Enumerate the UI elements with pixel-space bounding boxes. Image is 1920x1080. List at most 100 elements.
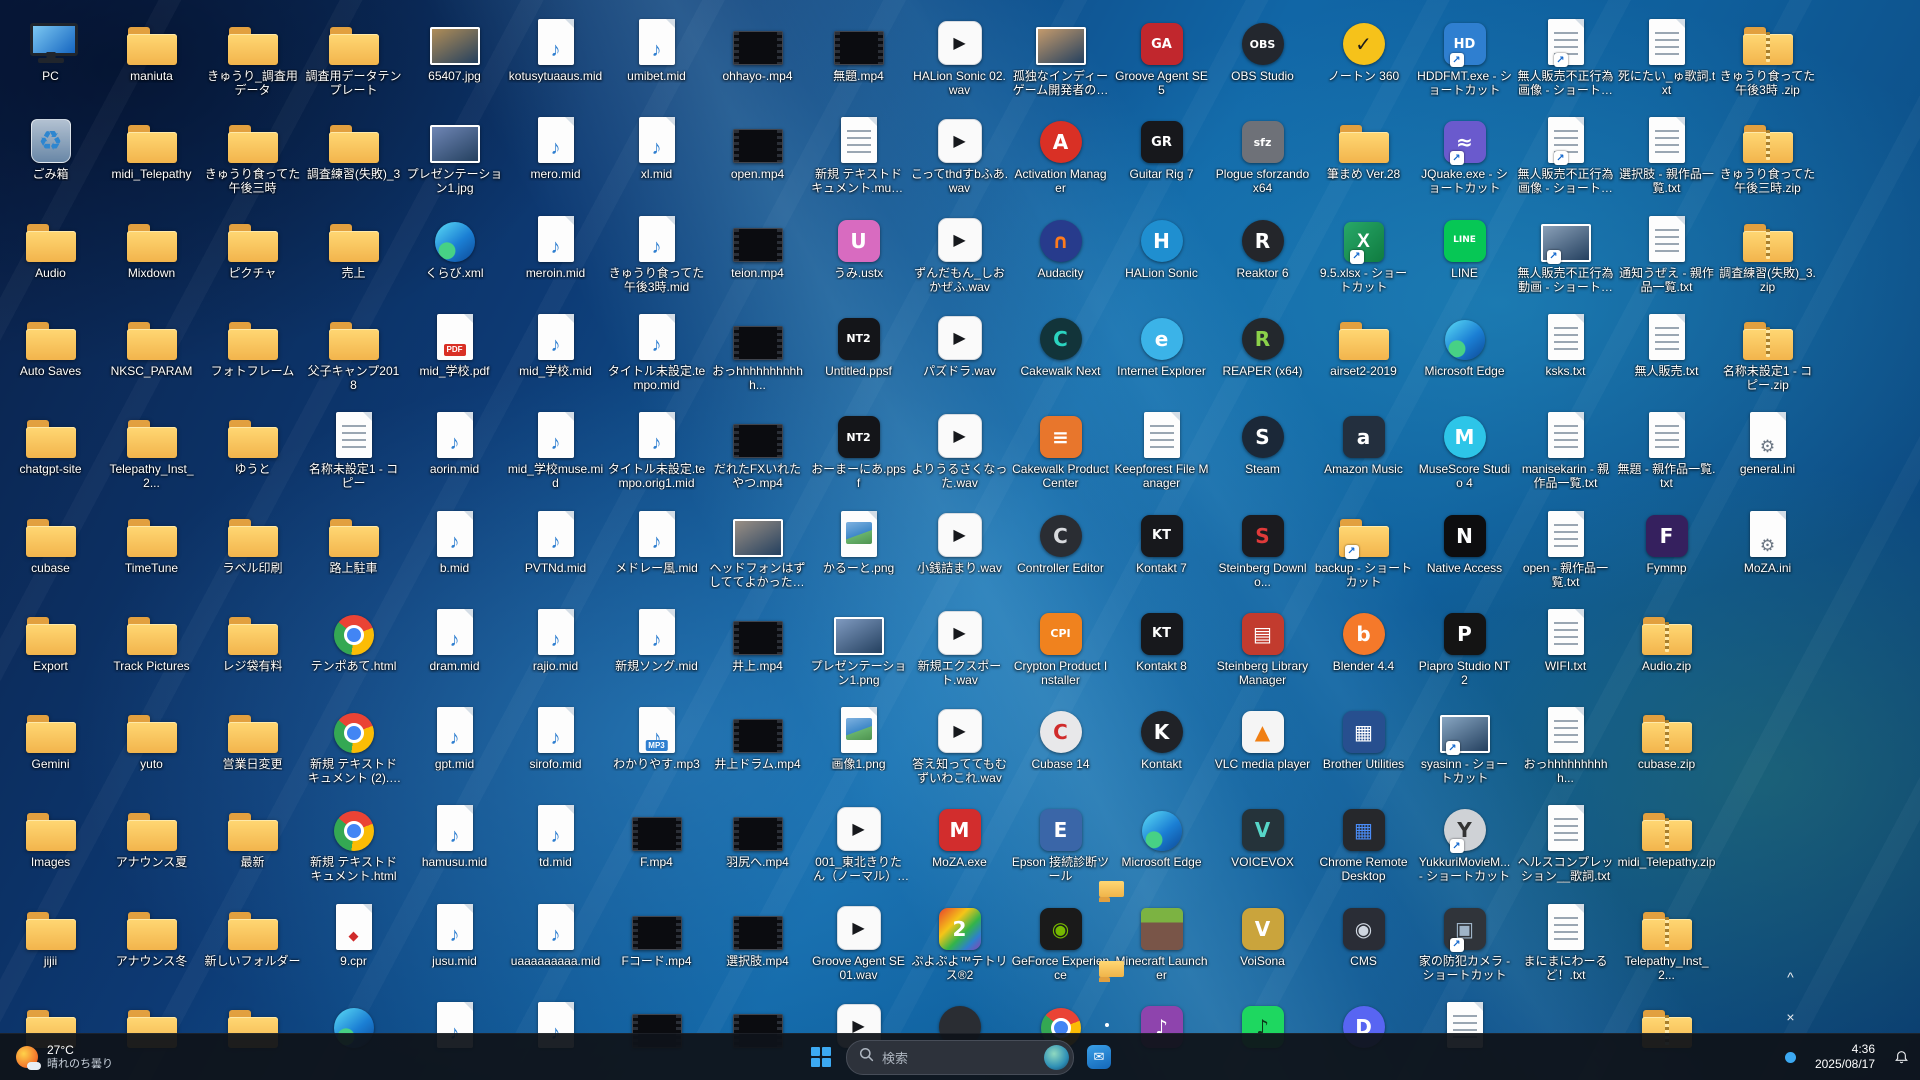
desktop-icon[interactable]: 最新 [202, 799, 303, 893]
desktop-icon[interactable]: 画像1.png [808, 701, 909, 795]
desktop-icon[interactable]: レジ袋有料 [202, 603, 303, 697]
desktop-icon[interactable]: Minecraft Launcher [1111, 898, 1212, 992]
desktop-icon[interactable]: ♪gpt.mid [404, 701, 505, 795]
search-box[interactable]: 検索 [846, 1040, 1074, 1075]
tray-hidden-icons-chevron-icon[interactable]: ^ [1777, 957, 1804, 997]
desktop-icon[interactable]: 死にたい_ゅ歌詞.txt [1616, 13, 1717, 107]
desktop-icon[interactable]: LINELINE [1414, 210, 1515, 304]
desktop-icon[interactable]: 新しいフォルダー [202, 898, 303, 992]
desktop-icon[interactable]: OBSOBS Studio [1212, 13, 1313, 107]
desktop-icon[interactable]: ♪b.mid [404, 505, 505, 599]
desktop-icon[interactable]: ♪jusu.mid [404, 898, 505, 992]
desktop-icon[interactable]: ▦Brother Utilities [1313, 701, 1414, 795]
desktop-icon[interactable]: ♪rajio.mid [505, 603, 606, 697]
desktop-icon[interactable]: ksks.txt [1515, 308, 1616, 402]
desktop-icon[interactable]: ♪メドレー風.mid [606, 505, 707, 599]
desktop-icon[interactable]: bBlender 4.4 [1313, 603, 1414, 697]
desktop-icon[interactable]: GAGroove Agent SE 5 [1111, 13, 1212, 107]
desktop-icon[interactable]: 調査練習(失敗)_3.zip [1717, 210, 1818, 304]
desktop-icon[interactable]: 2ぷよぷよ™テトリス®2 [909, 898, 1010, 992]
desktop-icon[interactable]: ▶こってthdすbふあ.wav [909, 111, 1010, 205]
desktop-icon[interactable]: ▶HALion Sonic 02.wav [909, 13, 1010, 107]
desktop-icon[interactable]: きゅうり食ってた午後三時.zip [1717, 111, 1818, 205]
desktop-icon[interactable]: 無題.mp4 [808, 13, 909, 107]
desktop-icon[interactable]: テンポあて.html [303, 603, 404, 697]
desktop-icon[interactable]: ♪aorin.mid [404, 406, 505, 500]
desktop-icon[interactable]: プレゼンテーション1.jpg [404, 111, 505, 205]
desktop-icon[interactable]: NNative Access [1414, 505, 1515, 599]
desktop-icon[interactable]: KTKontakt 8 [1111, 603, 1212, 697]
desktop-icon[interactable]: おっhhhhhhhhhhh... [707, 308, 808, 402]
desktop-icon[interactable]: ♪td.mid [505, 799, 606, 893]
desktop-icon[interactable]: ▲VLC media player [1212, 701, 1313, 795]
desktop-icon[interactable]: ♪kotusytuaaus.mid [505, 13, 606, 107]
desktop-icon[interactable]: ↗backup - ショートカット [1313, 505, 1414, 599]
desktop-icon[interactable]: manisekarin - 親作品一覧.txt [1515, 406, 1616, 500]
desktop-icon[interactable]: 営業日変更 [202, 701, 303, 795]
desktop-icon[interactable]: CPICrypton Product Installer [1010, 603, 1111, 697]
desktop-icon[interactable]: eInternet Explorer [1111, 308, 1212, 402]
desktop-icon[interactable]: Audio [0, 210, 101, 304]
notification-bell-icon[interactable] [1886, 1037, 1916, 1077]
desktop-icon[interactable]: プレゼンテーション1.png [808, 603, 909, 697]
desktop-icon[interactable]: ♪hamusu.mid [404, 799, 505, 893]
desktop-icon[interactable]: ♻ごみ箱 [0, 111, 101, 205]
desktop-icon[interactable]: Telepathy_Inst_2... [101, 406, 202, 500]
desktop-icon[interactable]: CController Editor [1010, 505, 1111, 599]
desktop-icon[interactable]: cubase [0, 505, 101, 599]
desktop-icon[interactable]: Uうみ.ustx [808, 210, 909, 304]
desktop-icon[interactable]: ♪meroin.mid [505, 210, 606, 304]
desktop-icon[interactable]: Fコード.mp4 [606, 898, 707, 992]
desktop-icon[interactable]: NKSC_PARAM [101, 308, 202, 402]
desktop-icon[interactable]: KKontakt [1111, 701, 1212, 795]
tray-blue-dot-app-icon[interactable] [1777, 1037, 1804, 1077]
desktop-icon[interactable]: 新規 テキストドキュメント (2).html [303, 701, 404, 795]
desktop-icon[interactable]: ↗無人販売不正行為動画 - ショートカット [1515, 210, 1616, 304]
desktop-icon[interactable]: F.mp4 [606, 799, 707, 893]
taskbar-app-google-chrome[interactable] [1079, 997, 1119, 1037]
clock[interactable]: 4:36 2025/08/17 [1806, 1042, 1884, 1072]
desktop-icon[interactable]: ◆9.cpr [303, 898, 404, 992]
desktop-icon[interactable]: chatgpt-site [0, 406, 101, 500]
desktop-icon[interactable]: yuto [101, 701, 202, 795]
desktop-icon[interactable]: ohhayo-.mp4 [707, 13, 808, 107]
desktop-icon[interactable]: 路上駐車 [303, 505, 404, 599]
desktop-icon[interactable]: 通知うぜえ - 親作品一覧.txt [1616, 210, 1717, 304]
desktop-icon[interactable]: KTKontakt 7 [1111, 505, 1212, 599]
desktop-icon[interactable]: NT2おーまーにあ.ppsf [808, 406, 909, 500]
desktop-icon[interactable]: Keepforest File Manager [1111, 406, 1212, 500]
desktop-icon[interactable]: open - 親作品一覧.txt [1515, 505, 1616, 599]
desktop-icon[interactable]: TimeTune [101, 505, 202, 599]
desktop-icon[interactable]: 65407.jpg [404, 13, 505, 107]
desktop-icon[interactable]: ↗無人販売不正行為画像 - ショートカッ... [1515, 13, 1616, 107]
desktop-icon[interactable]: VVoiSona [1212, 898, 1313, 992]
desktop-icon[interactable]: きゅうり食ってた午後3時 .zip [1717, 13, 1818, 107]
desktop-icon[interactable]: CCubase 14 [1010, 701, 1111, 795]
desktop-icon[interactable]: ⚙general.ini [1717, 406, 1818, 500]
desktop-icon[interactable]: きゅうり_調査用データ [202, 13, 303, 107]
desktop-icon[interactable]: NT2Untitled.ppsf [808, 308, 909, 402]
desktop-icon[interactable]: GRGuitar Rig 7 [1111, 111, 1212, 205]
desktop-icon[interactable]: ♪MP3わかりやす.mp3 [606, 701, 707, 795]
desktop-icon[interactable]: ラベル印刷 [202, 505, 303, 599]
desktop-icon[interactable]: ↗無人販売不正行為画像 - ショートカット [1515, 111, 1616, 205]
desktop-icon[interactable]: ▣↗家の防犯カメラ - ショートカット [1414, 898, 1515, 992]
desktop-icon[interactable]: フォトフレーム [202, 308, 303, 402]
desktop-icon[interactable]: VVOICEVOX [1212, 799, 1313, 893]
desktop-icon[interactable]: 選択肢 - 親作品一覧.txt [1616, 111, 1717, 205]
desktop-icon[interactable]: ▦Chrome Remote Desktop [1313, 799, 1414, 893]
desktop-icon[interactable]: ♪umibet.mid [606, 13, 707, 107]
desktop-icon[interactable]: 選択肢.mp4 [707, 898, 808, 992]
desktop-icon[interactable]: CCakewalk Next [1010, 308, 1111, 402]
desktop-icon[interactable]: maniuta [101, 13, 202, 107]
desktop-icon[interactable]: だれたFXいれたやつ.mp4 [707, 406, 808, 500]
desktop-icon[interactable]: ▶答え知っててもむずいわこれ.wav [909, 701, 1010, 795]
desktop-icon[interactable]: MMuseScore Studio 4 [1414, 406, 1515, 500]
desktop-icon[interactable]: きゅうり食ってた午後三時 [202, 111, 303, 205]
desktop-icon[interactable]: 孤独なインディーゲーム開発者の一生... [1010, 13, 1111, 107]
desktop-icon[interactable]: ♪PVTNd.mid [505, 505, 606, 599]
desktop-icon[interactable]: 井上.mp4 [707, 603, 808, 697]
desktop-icon[interactable]: open.mp4 [707, 111, 808, 205]
desktop-icon[interactable]: かるーと.png [808, 505, 909, 599]
desktop-icon[interactable]: ▶小銭詰まり.wav [909, 505, 1010, 599]
